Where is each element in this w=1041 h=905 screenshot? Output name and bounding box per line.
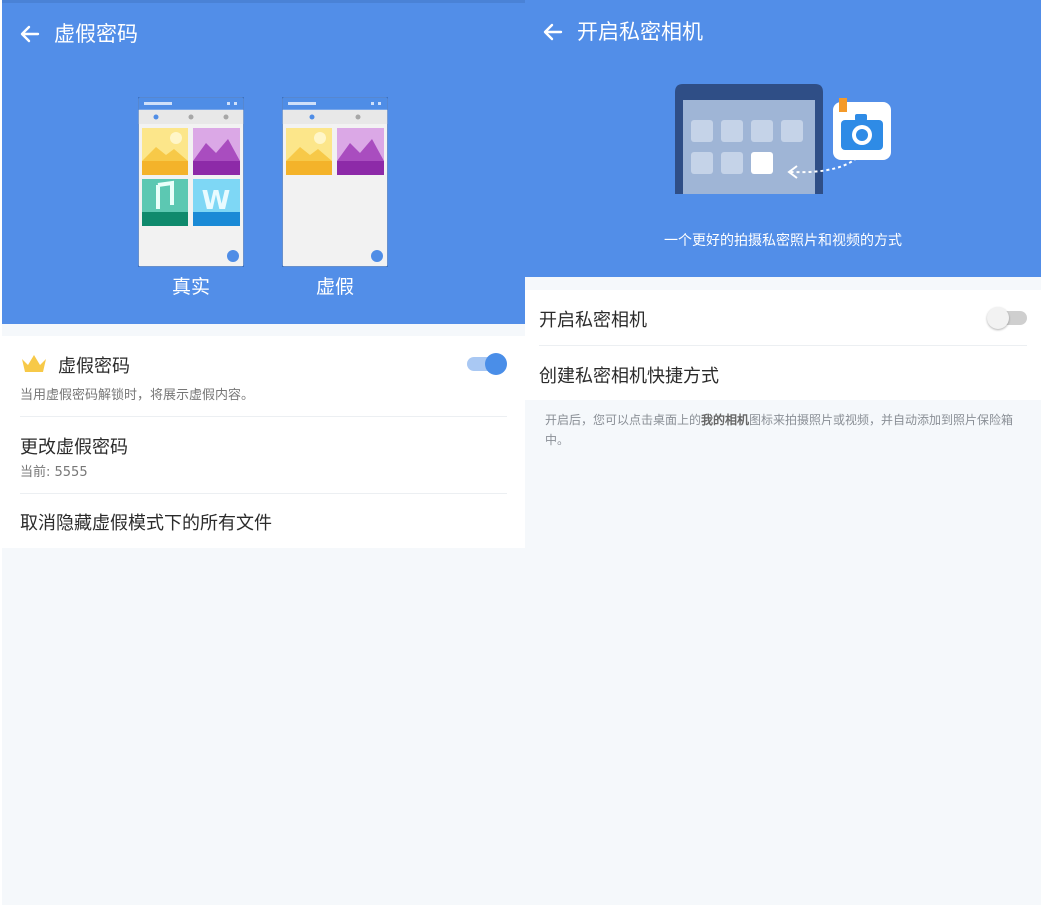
fake-password-title: 虚假密码 — [58, 356, 130, 377]
back-arrow-icon[interactable] — [541, 20, 565, 44]
toggle-knob — [987, 307, 1009, 329]
real-mode-illustration: W — [138, 97, 244, 267]
unhide-all-files-row[interactable]: 取消隐藏虚假模式下的所有文件 — [20, 494, 507, 548]
create-shortcut-row[interactable]: 创建私密相机快捷方式 — [539, 346, 1027, 400]
change-fake-password-row[interactable]: 更改虚假密码 当前: 5555 — [20, 417, 507, 494]
fake-mode-label: 虚假 — [315, 276, 354, 298]
private-camera-illustration — [675, 84, 891, 194]
unhide-all-files-title: 取消隐藏虚假模式下的所有文件 — [20, 513, 272, 534]
feature-note: 开启后，您可以点击桌面上的我的相机图标来拍摄照片或视频，并自动添加到照片保险箱中… — [545, 410, 1025, 450]
page-title: 虚假密码 — [54, 22, 138, 46]
private-camera-toggle[interactable] — [987, 306, 1027, 330]
back-arrow-icon[interactable] — [18, 22, 42, 46]
real-mode-label: 真实 — [171, 276, 210, 298]
note-text-before: 开启后，您可以点击桌面上的 — [545, 413, 702, 427]
change-password-title: 更改虚假密码 — [20, 437, 128, 458]
fake-password-subtitle: 当用虚假密码解锁时，将展示虚假内容。 — [20, 388, 255, 403]
crown-icon — [22, 355, 46, 372]
settings-list: 虚假密码 当用虚假密码解锁时，将展示虚假内容。 更改虚假密码 当前: 5555 … — [2, 336, 525, 548]
toggle-knob — [485, 353, 507, 375]
slogan: 一个更好的拍摄私密照片和视频的方式 — [664, 233, 902, 249]
enable-private-camera-title: 开启私密相机 — [539, 310, 647, 331]
note-highlight: 我的相机 — [701, 413, 750, 427]
create-shortcut-title: 创建私密相机快捷方式 — [539, 366, 719, 387]
status-bar-strip — [2, 0, 525, 3]
current-password-value: 当前: 5555 — [20, 465, 88, 480]
page-title: 开启私密相机 — [577, 20, 703, 44]
fake-password-toggle[interactable] — [467, 352, 507, 376]
header: 虚假密码 W 真实 虚假 — [2, 0, 525, 324]
fake-password-screen: 虚假密码 W 真实 虚假 虚假密码 当用虚假密码解锁时，将展示虚假内容。 更改虚… — [2, 0, 525, 905]
svg-text:W: W — [202, 186, 231, 216]
private-camera-screen: 开启私密相机 一个更好的拍摄私密照片和视频的方式 开启私密相机 创建私密相机快捷… — [525, 0, 1041, 905]
header: 开启私密相机 一个更好的拍摄私密照片和视频的方式 — [525, 0, 1041, 277]
fake-mode-illustration — [282, 97, 388, 267]
fake-password-row[interactable]: 虚假密码 当用虚假密码解锁时，将展示虚假内容。 — [20, 336, 507, 417]
enable-private-camera-row[interactable]: 开启私密相机 — [539, 290, 1027, 346]
settings-list: 开启私密相机 创建私密相机快捷方式 — [525, 290, 1041, 400]
